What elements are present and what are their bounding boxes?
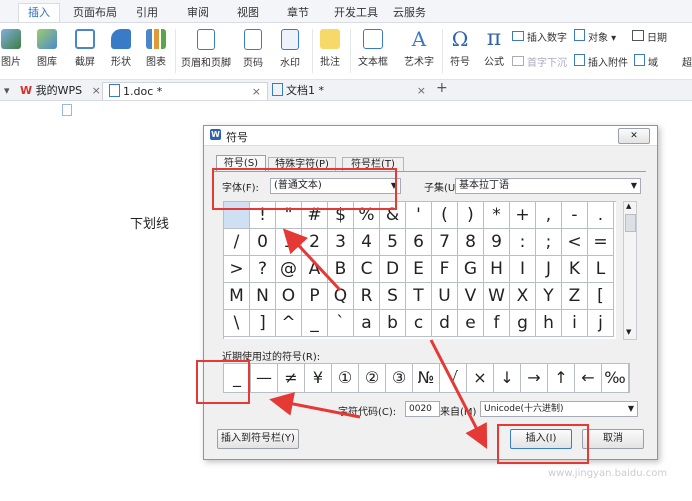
annotation-arrows — [269, 228, 488, 450]
arrow-to-recent — [269, 392, 361, 419]
watermark-text: www.jingyan.baidu.com — [548, 468, 668, 479]
arrow-to-grid — [282, 228, 342, 292]
arrow-to-insert — [429, 339, 488, 450]
